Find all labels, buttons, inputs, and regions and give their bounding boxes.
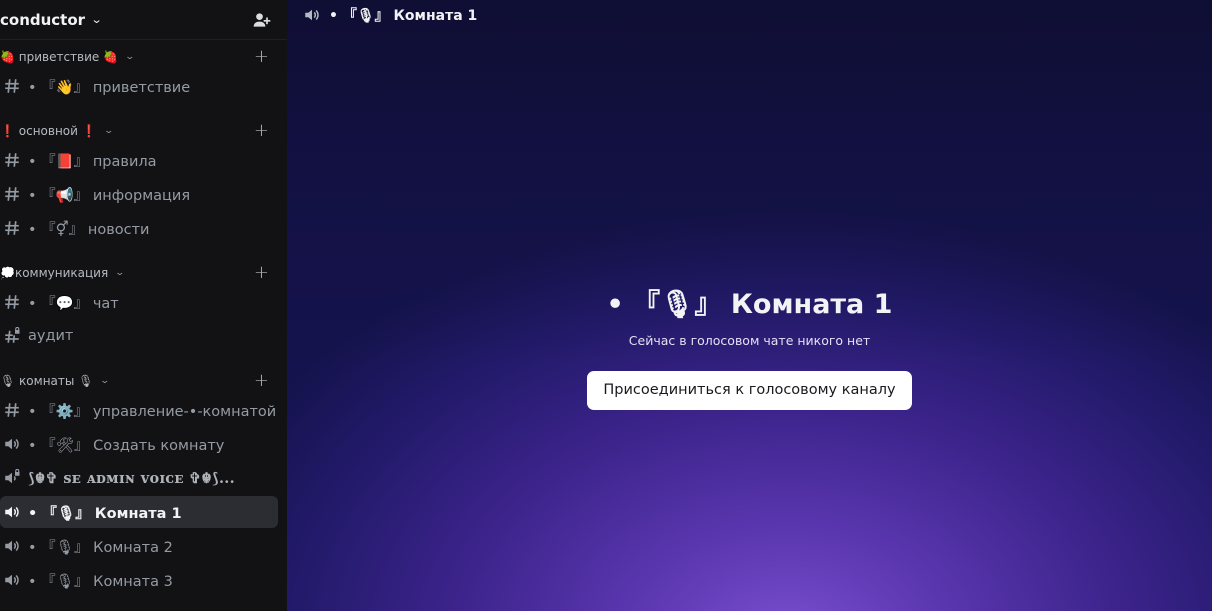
chevron-down-icon[interactable]: ⌄ <box>115 268 126 278</box>
channel-name: • 『🎙』 Комната 2 <box>28 539 173 556</box>
voice-channel-view: • 『🎙』 Комната 1 • 『🎙』 Комната 1 Сейчас в… <box>287 0 1212 611</box>
channel-sidebar: conductor ⌄ 🍓 приветствие 🍓 ⌄ + • 『👋』 пр… <box>0 0 287 611</box>
server-name[interactable]: conductor <box>0 11 85 29</box>
hashtag-icon <box>2 184 22 204</box>
speaker-icon <box>2 434 22 454</box>
add-channel-icon[interactable]: + <box>254 262 269 283</box>
channel-news[interactable]: • 『⚥』 новости <box>0 212 278 244</box>
channel-name: • 『📕』 правила <box>28 153 157 170</box>
channel-room-management[interactable]: • 『⚙️』 управление-•-комнатой <box>0 394 278 426</box>
server-header[interactable]: conductor ⌄ <box>0 0 287 40</box>
channel-room-3[interactable]: • 『🎙』 Комната 3 <box>0 564 278 596</box>
channel-audit[interactable]: аудит <box>0 320 278 352</box>
channel-name: • 『⚥』 новости <box>28 221 150 238</box>
category-rooms[interactable]: 🎙 комнаты 🎙 ⌄ + <box>0 370 287 391</box>
category-communication[interactable]: 💭коммуникация ⌄ + <box>0 262 287 283</box>
channel-room-2[interactable]: • 『🎙』 Комната 2 <box>0 530 278 562</box>
channel-name: ⟆☬✞ ꜱᴇ ᴀᴅᴍɪɴ ᴠᴏɪᴄᴇ ✞☬⟆... <box>28 469 235 487</box>
channel-name: • 『🛠』 Создать комнату <box>28 437 225 454</box>
channel-info[interactable]: • 『📢』 информация <box>0 178 278 210</box>
chevron-down-icon[interactable]: ⌄ <box>125 52 136 62</box>
speaker-icon <box>2 536 22 556</box>
channel-name: • 『🎙』 Комната 3 <box>28 573 173 590</box>
category-label[interactable]: 💭коммуникация <box>0 266 108 280</box>
category-label[interactable]: 🎙 комнаты 🎙 <box>0 374 93 388</box>
add-channel-icon[interactable]: + <box>254 46 269 67</box>
chevron-down-icon[interactable]: ⌄ <box>100 376 111 386</box>
chevron-down-icon[interactable]: ⌄ <box>103 126 114 136</box>
hashtag-icon <box>2 400 22 420</box>
channel-name: • 『💬』 чат <box>28 295 119 312</box>
add-channel-icon[interactable]: + <box>254 120 269 141</box>
empty-state-text: Сейчас в голосовом чате никого нет <box>628 333 871 348</box>
hashtag-icon <box>2 218 22 238</box>
channel-name: • 『📢』 информация <box>28 187 191 204</box>
category-label[interactable]: ❗ основной ❗ <box>0 124 97 138</box>
channel-name: • 『🎙』 Комната 1 <box>28 505 182 522</box>
channel-create-room[interactable]: • 『🛠』 Создать комнату <box>0 428 278 460</box>
hashtag-icon <box>2 292 22 312</box>
channel-room-1[interactable]: • 『🎙』 Комната 1 <box>0 496 278 528</box>
locked-hashtag-icon <box>2 326 22 346</box>
hashtag-icon <box>2 150 22 170</box>
empty-voice-panel: • 『🎙』 Комната 1 Сейчас в голосовом чате … <box>287 282 1212 410</box>
invite-people-icon[interactable] <box>251 9 273 31</box>
channel-header: • 『🎙』 Комната 1 <box>303 4 477 26</box>
join-voice-button[interactable]: Присоединиться к голосовому каналу <box>587 371 912 410</box>
channel-name: • 『👋』 приветствие <box>28 79 191 96</box>
server-name-wrap[interactable]: conductor ⌄ <box>0 11 103 29</box>
channel-rules[interactable]: • 『📕』 правила <box>0 144 278 176</box>
channel-greeting[interactable]: • 『👋』 приветствие <box>0 70 278 102</box>
add-channel-icon[interactable]: + <box>254 370 269 391</box>
channel-title: • 『🎙』 Комната 1 <box>329 8 478 24</box>
category-label[interactable]: 🍓 приветствие 🍓 <box>0 50 118 64</box>
speaker-icon <box>303 6 321 24</box>
category-main[interactable]: ❗ основной ❗ ⌄ + <box>0 120 287 141</box>
channel-admin-voice[interactable]: ⟆☬✞ ꜱᴇ ᴀᴅᴍɪɴ ᴠᴏɪᴄᴇ ✞☬⟆... <box>0 462 278 494</box>
hashtag-icon <box>2 76 22 96</box>
channel-chat[interactable]: • 『💬』 чат <box>0 286 278 318</box>
speaker-icon <box>2 502 22 522</box>
room-title: • 『🎙』 Комната 1 <box>606 289 893 320</box>
channel-name: • 『⚙️』 управление-•-комнатой <box>28 403 277 420</box>
chevron-down-icon[interactable]: ⌄ <box>91 13 103 26</box>
channel-name: аудит <box>28 328 74 344</box>
category-greeting[interactable]: 🍓 приветствие 🍓 ⌄ + <box>0 46 287 67</box>
speaker-icon <box>2 570 22 590</box>
locked-speaker-icon <box>2 468 22 488</box>
